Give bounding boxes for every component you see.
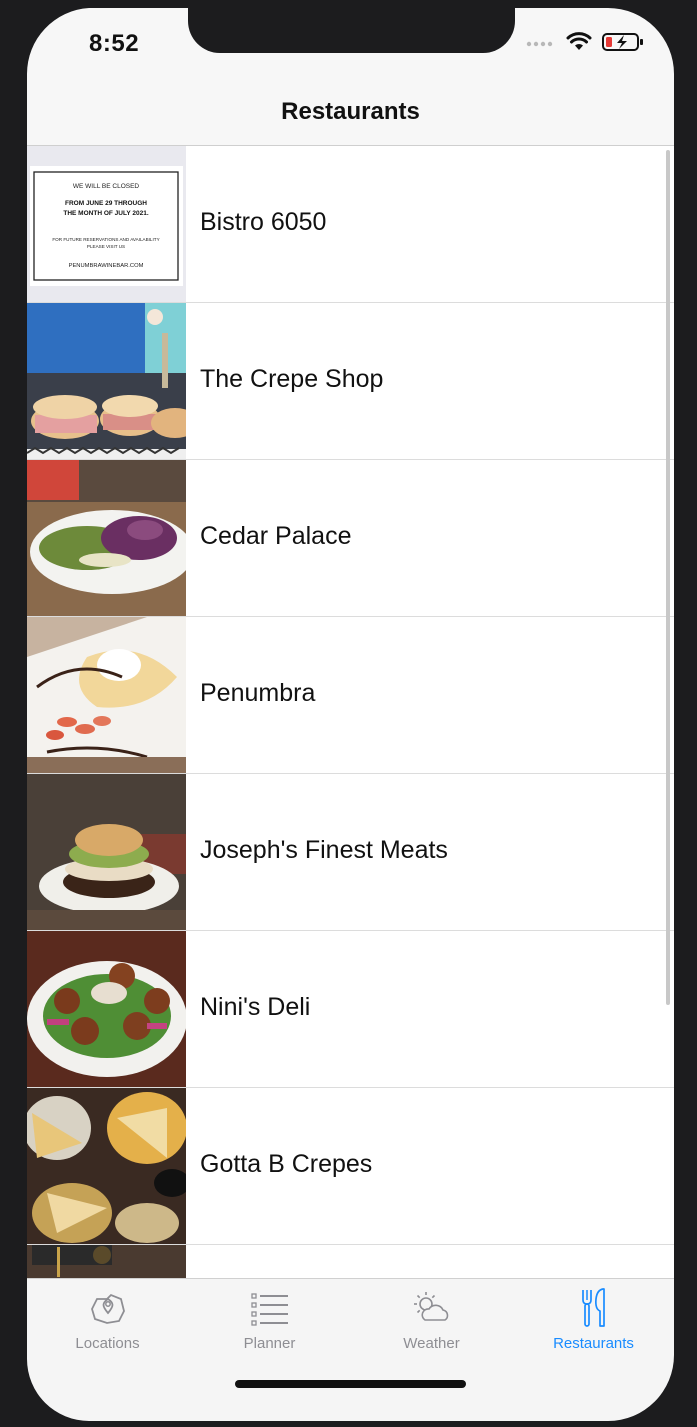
restaurant-thumbnail	[27, 460, 186, 616]
restaurant-thumbnail	[27, 1088, 186, 1244]
tab-label: Weather	[403, 1335, 460, 1352]
notice-line-4: FOR FUTURE RESERVATIONS AND AVAILABILITY	[52, 237, 159, 242]
notice-line-6: PENUMBRAWINEBAR.COM	[69, 263, 144, 269]
list-item[interactable]: Joseph's Finest Meats	[27, 774, 674, 931]
restaurant-name: Gotta B Crepes	[200, 1150, 373, 1178]
notice-line-1: WE WILL BE CLOSED	[73, 183, 140, 190]
tab-planner[interactable]: Planner	[189, 1279, 350, 1359]
restaurant-name: Joseph's Finest Meats	[200, 836, 448, 864]
list-icon	[251, 1293, 288, 1326]
restaurant-name: Nini's Deli	[200, 993, 311, 1021]
restaurant-thumbnail	[27, 774, 186, 930]
restaurant-list[interactable]: WE WILL BE CLOSED FROM JUNE 29 THROUGH T…	[27, 146, 674, 1278]
cellular-signal-icon	[526, 41, 553, 47]
tab-weather[interactable]: Weather	[351, 1279, 512, 1359]
status-time: 8:52	[89, 30, 140, 57]
restaurant-name: Cedar Palace	[200, 522, 352, 550]
list-item[interactable]: Gotta B Crepes	[27, 1088, 674, 1245]
restaurant-thumbnail: WE WILL BE CLOSED FROM JUNE 29 THROUGH T…	[27, 146, 186, 302]
list-item[interactable]: WE WILL BE CLOSED FROM JUNE 29 THROUGH T…	[27, 146, 674, 303]
restaurant-name: Penumbra	[200, 679, 316, 707]
notice-line-5: PLEASE VISIT US	[87, 244, 125, 249]
tab-label: Restaurants	[553, 1335, 634, 1352]
fork-knife-icon	[582, 1288, 605, 1327]
scrollbar[interactable]	[666, 150, 670, 1005]
restaurant-name: The Crepe Shop	[200, 365, 384, 393]
tab-label: Planner	[243, 1335, 296, 1352]
list-item[interactable]: The Crepe Shop	[27, 303, 674, 460]
partly-cloudy-icon	[414, 1292, 449, 1321]
home-indicator[interactable]	[235, 1380, 466, 1388]
list-item[interactable]: Nini's Deli	[27, 931, 674, 1088]
navigation-bar: Restaurants	[27, 78, 674, 146]
battery-icon	[602, 33, 643, 51]
tab-locations[interactable]: Locations	[27, 1279, 188, 1359]
restaurant-thumbnail	[27, 1245, 186, 1278]
list-item[interactable]: Penumbra	[27, 617, 674, 774]
notice-line-2: FROM JUNE 29 THROUGH	[65, 200, 147, 207]
list-item[interactable]	[27, 1245, 674, 1278]
restaurant-thumbnail	[27, 931, 186, 1087]
page-title: Restaurants	[281, 98, 420, 125]
device-notch	[188, 8, 515, 53]
tab-restaurants[interactable]: Restaurants	[513, 1279, 674, 1359]
status-indicators	[526, 32, 644, 52]
restaurant-name: Bistro 6050	[200, 208, 327, 236]
notice-line-3: THE MONTH OF JULY 2021.	[63, 210, 148, 217]
restaurant-thumbnail	[27, 617, 186, 773]
map-pin-icon	[91, 1293, 125, 1324]
tab-bar: Locations Planner Weather Restaurants	[27, 1278, 674, 1421]
restaurant-thumbnail	[27, 303, 186, 459]
list-item[interactable]: Cedar Palace	[27, 460, 674, 617]
tab-label: Locations	[75, 1335, 140, 1352]
wifi-icon	[566, 32, 592, 50]
phone-device: 8:52 Restaurants WE WILL BE CLOSED FROM …	[0, 0, 697, 1427]
app-screen: 8:52 Restaurants WE WILL BE CLOSED FROM …	[27, 8, 674, 1421]
